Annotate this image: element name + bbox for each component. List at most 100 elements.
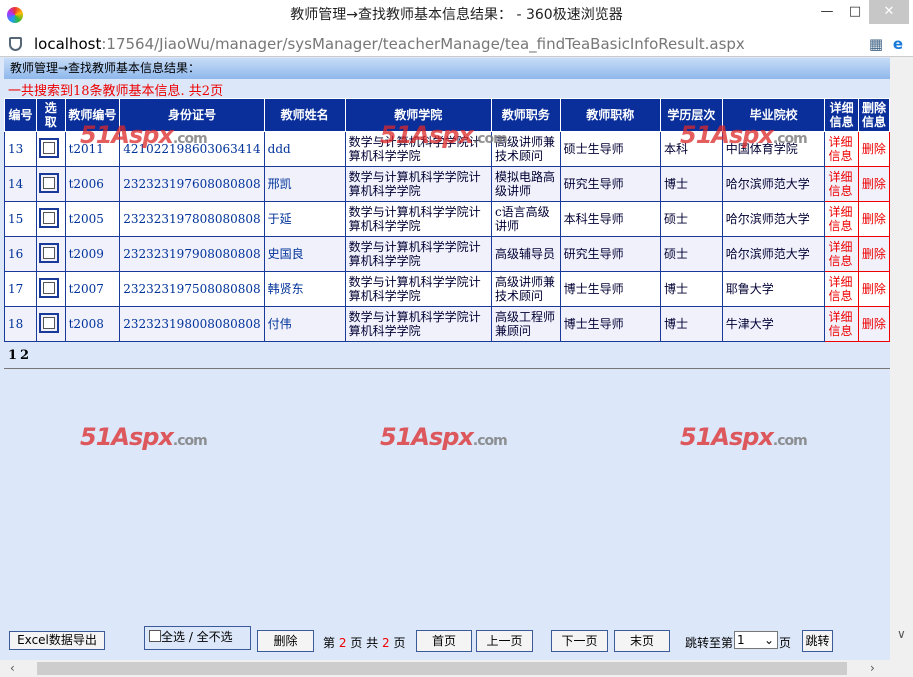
table-row: 15 t2005 232323197808080808 于延 数学与计算机科学学院计算机… (4, 201, 890, 237)
column-header: 教师姓名 (263, 98, 346, 132)
column-header: 编号 (4, 98, 37, 132)
row-checkbox-cell (35, 271, 66, 307)
last-page-button[interactable]: 末页 (614, 630, 670, 652)
cell-name: 邢凯 (263, 166, 346, 202)
jump-page-select[interactable]: 1 ⌄ (734, 631, 778, 649)
watermark: 51Aspx.com (680, 121, 808, 149)
cell-duty: c语言高级讲师 (490, 201, 561, 237)
vertical-scrollbar[interactable]: ∨ (890, 57, 913, 660)
cell-edu: 硕士 (660, 236, 723, 272)
cell-no: 17 (4, 271, 37, 307)
jump-label: 跳转至第 (685, 636, 734, 650)
next-page-button[interactable]: 下一页 (551, 630, 608, 652)
cell-del[interactable]: 删除 (857, 236, 890, 272)
cell-edu: 博士 (660, 306, 723, 342)
address-bar[interactable]: localhost:17564/JiaoWu/manager/sysManage… (0, 31, 913, 57)
column-header: 删除信息 (857, 98, 890, 132)
cell-name: 韩贤东 (263, 271, 346, 307)
row-checkbox[interactable] (38, 172, 59, 193)
cell-tid: t2006 (64, 166, 121, 202)
cell-school: 哈尔滨师范大学 (721, 201, 826, 237)
cell-detail[interactable]: 详细信息 (824, 131, 859, 167)
cell-detail[interactable]: 详细信息 (824, 271, 859, 307)
cell-idcard: 232323197608080808 (119, 166, 265, 202)
total-pages: 2 (381, 636, 390, 650)
table-row: 16 t2009 232323197908080808 史国良 数学与计算机科学学院计算… (4, 236, 890, 272)
qr-icon[interactable]: ▦ (869, 31, 883, 57)
cell-name: 史国良 (263, 236, 346, 272)
delete-button[interactable]: 删除 (257, 630, 314, 652)
page-info: 第 2 页 共 2 页 (323, 634, 405, 651)
cell-college: 数学与计算机科学学院计算机科学学院 (344, 306, 492, 342)
cell-title: 研究生导师 (559, 236, 662, 272)
scroll-right-icon[interactable]: › (870, 661, 875, 675)
cell-detail[interactable]: 详细信息 (824, 236, 859, 272)
close-button[interactable]: ✕ (869, 0, 909, 24)
watermark: 51Aspx.com (380, 423, 508, 451)
cell-name: 于延 (263, 201, 346, 237)
url-host: localhost (34, 35, 102, 53)
excel-export-button[interactable]: Excel数据导出 (9, 631, 105, 650)
row-checkbox[interactable] (38, 242, 59, 263)
row-checkbox-cell (35, 166, 66, 202)
column-header: 选取 (35, 98, 66, 132)
cell-school: 哈尔滨师范大学 (721, 236, 826, 272)
cell-no: 14 (4, 166, 37, 202)
prev-page-button[interactable]: 上一页 (476, 630, 533, 652)
select-all-toggle[interactable]: 全选 / 全不选 (144, 626, 251, 650)
row-checkbox[interactable] (38, 277, 59, 298)
page-content: 教师管理→查找教师基本信息结果： 一共搜索到18条教师基本信息. 共2页 编号选… (0, 57, 890, 660)
cell-detail[interactable]: 详细信息 (824, 201, 859, 237)
jump-suffix: 页 (779, 636, 792, 650)
cell-no: 18 (4, 306, 37, 342)
watermark: 51Aspx.com (80, 121, 208, 149)
divider (4, 368, 890, 369)
cell-tid: t2005 (64, 201, 121, 237)
page-link-2[interactable]: 2 (20, 348, 29, 363)
cell-title: 硕士生导师 (559, 131, 662, 167)
title-bar: 教师管理→查找教师基本信息结果： - 360极速浏览器 — □ ✕ (0, 0, 913, 31)
cell-tid: t2007 (64, 271, 121, 307)
row-checkbox[interactable] (38, 312, 59, 333)
cell-school: 牛津大学 (721, 306, 826, 342)
cell-college: 数学与计算机科学学院计算机科学学院 (344, 236, 492, 272)
ie-icon[interactable]: e (893, 31, 903, 57)
browser-logo-icon (7, 7, 23, 23)
select-all-checkbox[interactable] (149, 630, 161, 642)
jump-page-value: 1 (737, 633, 745, 647)
cell-detail[interactable]: 详细信息 (824, 166, 859, 202)
horizontal-scrollbar[interactable]: ‹ › (0, 660, 913, 677)
cell-del[interactable]: 删除 (857, 166, 890, 202)
cell-tid: t2008 (64, 306, 121, 342)
page-header: 教师管理→查找教师基本信息结果： (4, 58, 890, 79)
cell-title: 研究生导师 (559, 166, 662, 202)
row-checkbox[interactable] (38, 137, 59, 158)
cell-del[interactable]: 删除 (857, 201, 890, 237)
scroll-left-icon[interactable]: ‹ (10, 661, 15, 675)
maximize-button[interactable]: □ (841, 0, 869, 24)
watermark: 51Aspx.com (680, 423, 808, 451)
first-page-button[interactable]: 首页 (416, 630, 472, 652)
result-count: 一共搜索到18条教师基本信息. 共2页 (8, 84, 224, 99)
shield-icon (9, 37, 22, 51)
jump-button[interactable]: 跳转 (802, 630, 833, 652)
row-checkbox[interactable] (38, 207, 59, 228)
cell-detail[interactable]: 详细信息 (824, 306, 859, 342)
cell-name: 付伟 (263, 306, 346, 342)
cell-school: 哈尔滨师范大学 (721, 166, 826, 202)
cell-del[interactable]: 删除 (857, 271, 890, 307)
cell-idcard: 232323197908080808 (119, 236, 265, 272)
cell-idcard: 232323197508080808 (119, 271, 265, 307)
cell-tid: t2009 (64, 236, 121, 272)
cell-del[interactable]: 删除 (857, 131, 890, 167)
cell-no: 15 (4, 201, 37, 237)
cell-college: 数学与计算机科学学院计算机科学学院 (344, 201, 492, 237)
cell-title: 博士生导师 (559, 271, 662, 307)
scroll-down-icon[interactable]: ∨ (897, 627, 906, 641)
scrollbar-thumb[interactable] (37, 662, 847, 675)
minimize-button[interactable]: — (813, 0, 841, 24)
cell-del[interactable]: 删除 (857, 306, 890, 342)
column-header: 教师职称 (559, 98, 662, 132)
page-link-1[interactable]: 1 (8, 348, 17, 363)
table-row: 14 t2006 232323197608080808 邢凯 数学与计算机科学学院计算机… (4, 166, 890, 202)
